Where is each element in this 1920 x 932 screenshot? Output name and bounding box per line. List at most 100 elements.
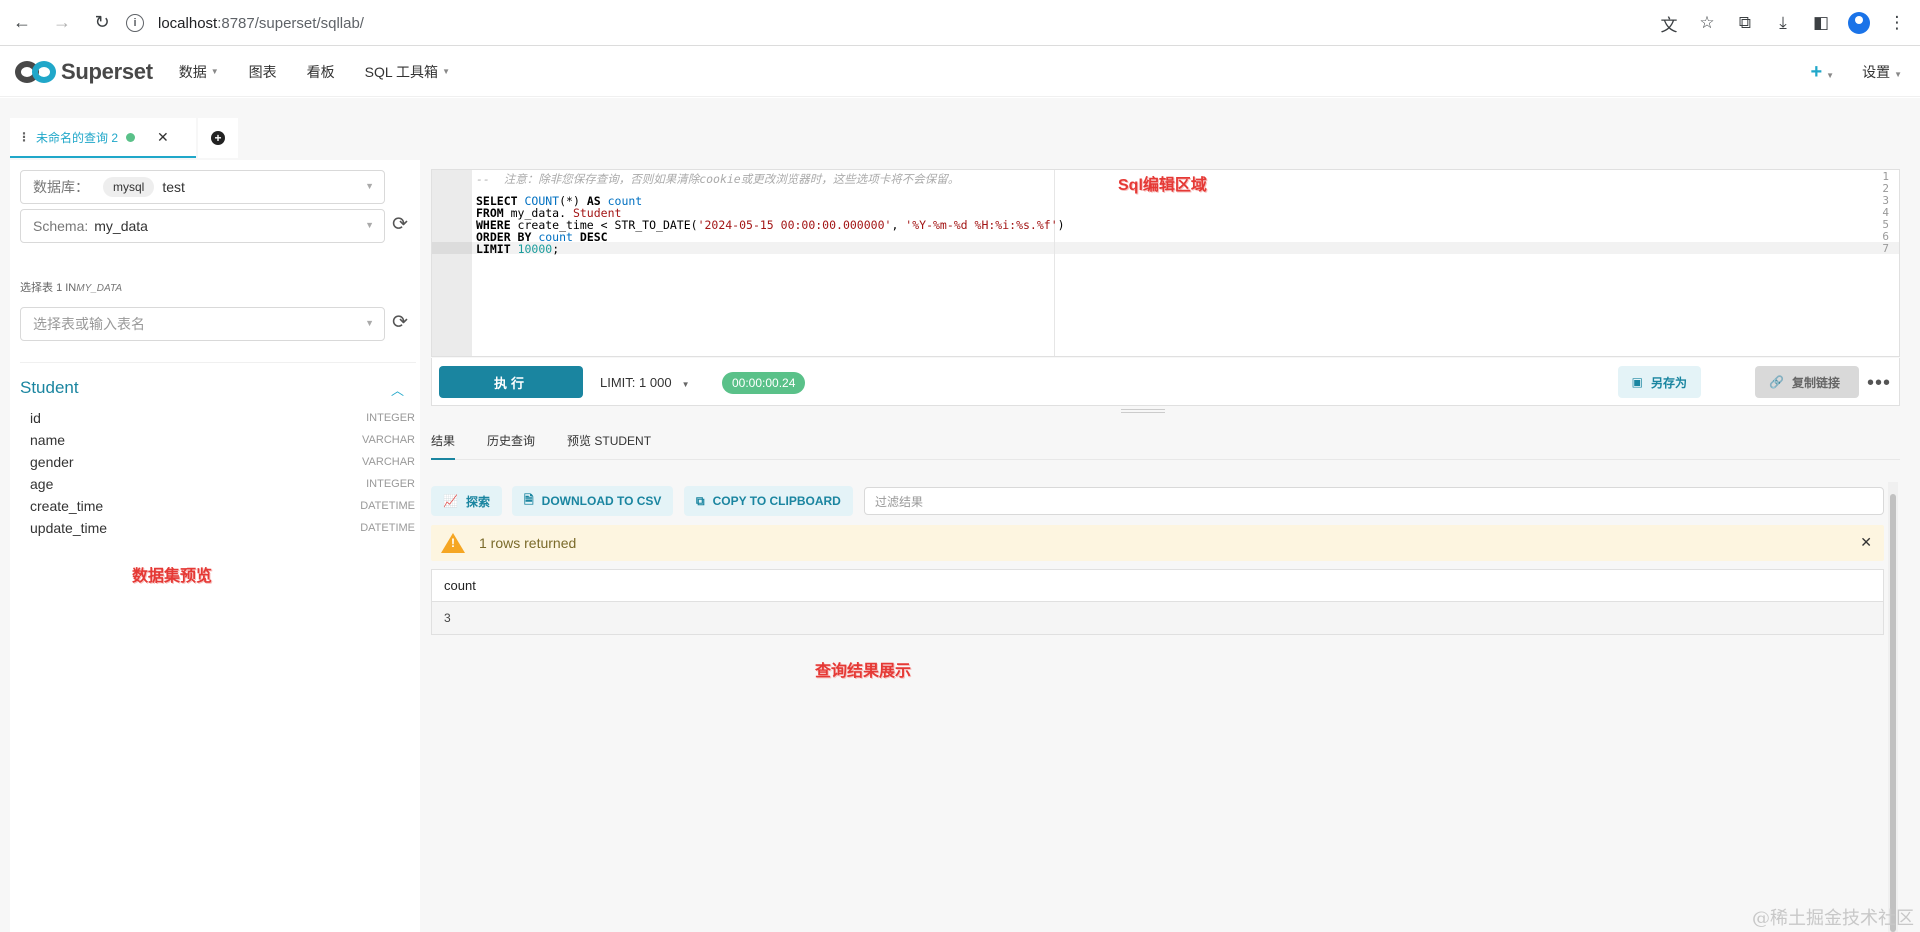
link-icon: 🔗	[1769, 375, 1784, 389]
more-options-icon[interactable]: •••	[1867, 372, 1891, 395]
column-row: create_time DATETIME	[30, 498, 415, 514]
tab-menu-icon[interactable]: ⋮	[18, 130, 30, 144]
menu-charts[interactable]: 图表	[249, 62, 277, 82]
warning-icon	[441, 533, 465, 553]
rows-returned-alert: 1 rows returned ✕	[431, 525, 1884, 561]
database-select[interactable]: 数据库： mysql test ▼	[20, 170, 385, 204]
table-title[interactable]: Student	[20, 378, 79, 398]
alert-message: 1 rows returned	[479, 535, 577, 551]
main-menu: 数据 ▼ 图表 看板 SQL 工具箱 ▼	[179, 62, 480, 82]
query-tabs: ⋮ 未命名的查询 2 ✕ +	[10, 118, 238, 158]
results-tabs: 结果 历史查询 预览 STUDENT	[431, 420, 1900, 460]
line-gutter	[432, 170, 472, 356]
logo-text: Superset	[61, 58, 153, 84]
reload-icon[interactable]: ↻	[82, 3, 122, 43]
select-table-label: 选择表 1 INMY_DATA	[20, 282, 122, 294]
schema-value: my_data	[94, 218, 148, 234]
chevron-up-icon[interactable]: ︿	[391, 380, 404, 399]
results-table: count 3	[431, 569, 1884, 635]
copy-clipboard-button[interactable]: ⧉ COPY TO CLIPBOARD	[684, 486, 853, 516]
bookmark-star-icon[interactable]: ☆	[1692, 8, 1722, 38]
close-icon[interactable]: ✕	[157, 129, 169, 146]
chart-icon: 📈	[443, 494, 458, 508]
translate-icon[interactable]: 文	[1654, 8, 1684, 38]
schema-label: Schema:	[33, 218, 89, 234]
query-tab[interactable]: ⋮ 未命名的查询 2 ✕	[10, 118, 196, 158]
tab-query-history[interactable]: 历史查询	[487, 420, 535, 460]
dataset-preview-annotation: 数据集预览	[132, 568, 213, 585]
browser-menu-icon[interactable]: ⋮	[1882, 8, 1912, 38]
settings-menu[interactable]: 设置 ▼	[1862, 62, 1902, 82]
active-line-gutter	[432, 242, 472, 254]
column-header[interactable]: count	[432, 570, 1883, 602]
url-path: :8787/superset/sqllab/	[217, 14, 364, 32]
filter-results-input[interactable]: 过滤结果	[864, 487, 1884, 515]
download-icon[interactable]: ⤓	[1768, 8, 1798, 38]
close-icon[interactable]: ✕	[1860, 534, 1872, 551]
resize-handle[interactable]	[1121, 409, 1165, 413]
query-tab-title: 未命名的查询 2	[36, 130, 119, 145]
forward-icon[interactable]: →	[42, 3, 82, 43]
plus-icon: +	[1810, 60, 1823, 83]
table-row: 3	[432, 602, 1883, 634]
active-line	[432, 242, 1899, 254]
scrollbar-thumb	[1890, 494, 1896, 932]
query-timer: 00:00:00.24	[722, 372, 806, 394]
profile-avatar[interactable]	[1844, 8, 1874, 38]
copy-link-button[interactable]: 🔗 复制链接	[1755, 366, 1859, 398]
column-row: id INTEGER	[30, 410, 415, 426]
results-annotation: 查询结果展示	[815, 663, 912, 680]
menu-data[interactable]: 数据 ▼	[179, 62, 219, 82]
column-row: update_time DATETIME	[30, 520, 415, 536]
app-navbar: Superset 数据 ▼ 图表 看板 SQL 工具箱 ▼ + ▼ 设置 ▼	[0, 47, 1920, 97]
scrollbar[interactable]	[1888, 482, 1898, 932]
divider	[20, 362, 416, 363]
table-select[interactable]: 选择表或输入表名 ▼	[20, 307, 385, 341]
limit-dropdown[interactable]: LIMIT: 1 000 ▼	[600, 375, 690, 390]
column-row: name VARCHAR	[30, 432, 415, 448]
run-button[interactable]: 执行	[439, 366, 583, 398]
extensions-icon[interactable]: ⧉	[1730, 8, 1760, 38]
side-panel-icon[interactable]: ◧	[1806, 8, 1836, 38]
add-tab-button[interactable]: +	[198, 118, 238, 158]
chevron-down-icon: ▼	[1826, 70, 1835, 80]
table-select-placeholder: 选择表或输入表名	[33, 316, 145, 332]
sql-editor[interactable]: 1 2 3 4 5 6 7 -- 注意：除非您保存查询，否则如果清除cookie…	[431, 169, 1900, 357]
menu-sql-lab[interactable]: SQL 工具箱 ▼	[365, 62, 450, 82]
url-host: localhost	[158, 14, 218, 32]
download-csv-button[interactable]: 🗎 DOWNLOAD TO CSV	[512, 486, 674, 516]
chevron-down-icon: ▼	[442, 67, 450, 76]
refresh-schema-icon[interactable]: ⟳	[392, 213, 418, 239]
chevron-down-icon: ▼	[681, 380, 690, 389]
tab-preview[interactable]: 预览 STUDENT	[567, 420, 651, 460]
save-icon: ▣	[1631, 375, 1643, 389]
chevron-down-icon: ▼	[365, 318, 374, 328]
editor-toolbar: 执行 LIMIT: 1 000 ▼ 00:00:00.24 ▣ 另存为 🔗 复制链接 …	[431, 358, 1900, 406]
code-line-comment: -- 注意：除非您保存查询，否则如果清除cookie或更改浏览器时，这些选项卡将…	[476, 172, 960, 186]
file-icon: 🗎	[524, 492, 534, 507]
superset-logo[interactable]: Superset	[15, 59, 153, 85]
watermark: @稀土掘金技术社区	[1752, 908, 1914, 929]
column-row: gender VARCHAR	[30, 454, 415, 470]
back-icon[interactable]: ←	[2, 3, 42, 43]
explore-button[interactable]: 📈 探索	[431, 486, 502, 516]
chevron-down-icon: ▼	[1894, 70, 1902, 79]
new-menu-button[interactable]: + ▼	[1810, 61, 1834, 84]
column-row: age INTEGER	[30, 476, 415, 492]
chevron-down-icon: ▼	[365, 181, 374, 191]
superset-logo-icon	[15, 60, 57, 83]
menu-dashboards[interactable]: 看板	[307, 62, 335, 82]
chevron-down-icon: ▼	[210, 67, 219, 76]
tab-results[interactable]: 结果	[431, 420, 456, 460]
browser-toolbar: ← → ↻ i localhost:8787/superset/sqllab/ …	[0, 0, 1920, 46]
address-bar[interactable]: i localhost:8787/superset/sqllab/	[126, 8, 364, 38]
site-info-icon[interactable]: i	[126, 14, 144, 32]
code-line: LIMIT 10000;	[476, 242, 560, 256]
refresh-tables-icon[interactable]: ⟳	[392, 311, 418, 337]
schema-panel: 数据库： mysql test ▼ Schema: my_data ▼ ⟳ 选择…	[10, 160, 420, 932]
database-name: test	[162, 179, 185, 195]
database-label: 数据库：	[33, 179, 89, 195]
copy-icon: ⧉	[696, 493, 705, 508]
save-as-button[interactable]: ▣ 另存为	[1617, 366, 1701, 398]
schema-select[interactable]: Schema: my_data ▼	[20, 209, 385, 243]
